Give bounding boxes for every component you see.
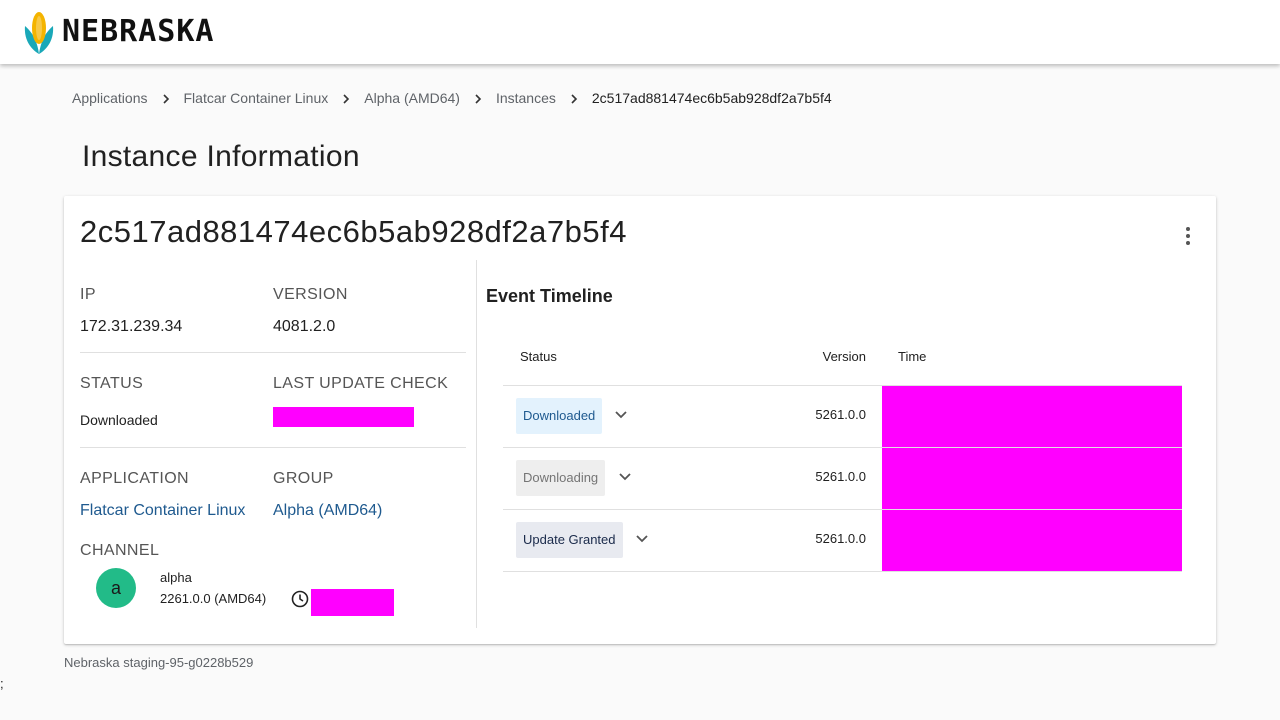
channel-date-redacted <box>311 589 394 616</box>
chevron-down-icon[interactable] <box>617 468 633 484</box>
row-version: 5261.0.0 <box>815 407 866 422</box>
ip-value: 172.31.239.34 <box>80 318 183 335</box>
nebraska-logo-icon[interactable] <box>24 8 54 56</box>
breadcrumb-group[interactable]: Alpha (AMD64) <box>364 90 460 106</box>
app-header: NEBRASKA <box>0 0 1280 64</box>
clock-icon <box>291 590 309 608</box>
page-title: Instance Information <box>82 140 360 173</box>
divider <box>80 352 466 353</box>
brand-name: NEBRASKA <box>62 14 215 49</box>
breadcrumb-application[interactable]: Flatcar Container Linux <box>184 90 329 106</box>
vertical-divider <box>476 260 477 628</box>
version-value: 4081.2.0 <box>273 318 336 335</box>
chevron-down-icon[interactable] <box>634 530 650 546</box>
status-chip: Downloaded <box>516 398 603 434</box>
breadcrumb-current: 2c517ad881474ec6b5ab928df2a7b5f4 <box>591 90 832 106</box>
chevron-right-icon <box>328 90 364 106</box>
column-version: Version <box>822 349 866 364</box>
breadcrumb-instances[interactable]: Instances <box>496 90 556 106</box>
instance-id: 2c517ad881474ec6b5ab928df2a7b5f4 <box>80 214 627 249</box>
last-update-check-label: LAST UPDATE CHECK <box>273 375 449 392</box>
chevron-right-icon <box>556 90 592 106</box>
divider <box>80 447 466 448</box>
channel-label: CHANNEL <box>80 542 160 559</box>
column-status: Status <box>520 349 557 364</box>
chevron-down-icon[interactable] <box>613 406 629 422</box>
group-link[interactable]: Alpha (AMD64) <box>273 502 382 520</box>
application-label: APPLICATION <box>80 470 190 487</box>
table-row: Downloaded 5261.0.0 <box>503 386 1182 448</box>
ip-label: IP <box>80 286 96 303</box>
breadcrumb: Applications Flatcar Container Linux Alp… <box>72 88 832 108</box>
version-label: VERSION <box>273 286 348 303</box>
instance-card: 2c517ad881474ec6b5ab928df2a7b5f4 IP 172.… <box>64 196 1216 644</box>
chevron-right-icon <box>460 90 496 106</box>
row-version: 5261.0.0 <box>815 469 866 484</box>
channel-name: alpha <box>160 570 192 585</box>
chevron-right-icon <box>148 90 184 106</box>
status-chip: Downloading <box>516 460 606 496</box>
status-value: Downloaded <box>80 412 158 428</box>
status-chip: Update Granted <box>516 522 623 558</box>
row-version: 5261.0.0 <box>815 531 866 546</box>
row-time-redacted <box>882 448 1182 509</box>
table-row: Downloading 5261.0.0 <box>503 448 1182 510</box>
breadcrumb-applications[interactable]: Applications <box>72 90 148 106</box>
more-vert-icon[interactable] <box>1176 222 1200 250</box>
table-row: Update Granted 5261.0.0 <box>503 510 1182 572</box>
status-label: STATUS <box>80 375 144 392</box>
channel-version: 2261.0.0 (AMD64) <box>160 591 267 606</box>
row-time-redacted <box>882 510 1182 571</box>
row-time-redacted <box>882 386 1182 447</box>
last-update-check-redacted <box>273 407 414 427</box>
channel-avatar: a <box>96 568 136 608</box>
footer-version: Nebraska staging-95-g0228b529 <box>64 655 254 670</box>
stray-text: ; <box>0 676 4 691</box>
column-time: Time <box>898 349 927 364</box>
timeline-title: Event Timeline <box>486 286 613 306</box>
group-label: GROUP <box>273 470 334 487</box>
table-header: Status Version Time <box>503 336 1182 386</box>
application-link[interactable]: Flatcar Container Linux <box>80 502 245 520</box>
